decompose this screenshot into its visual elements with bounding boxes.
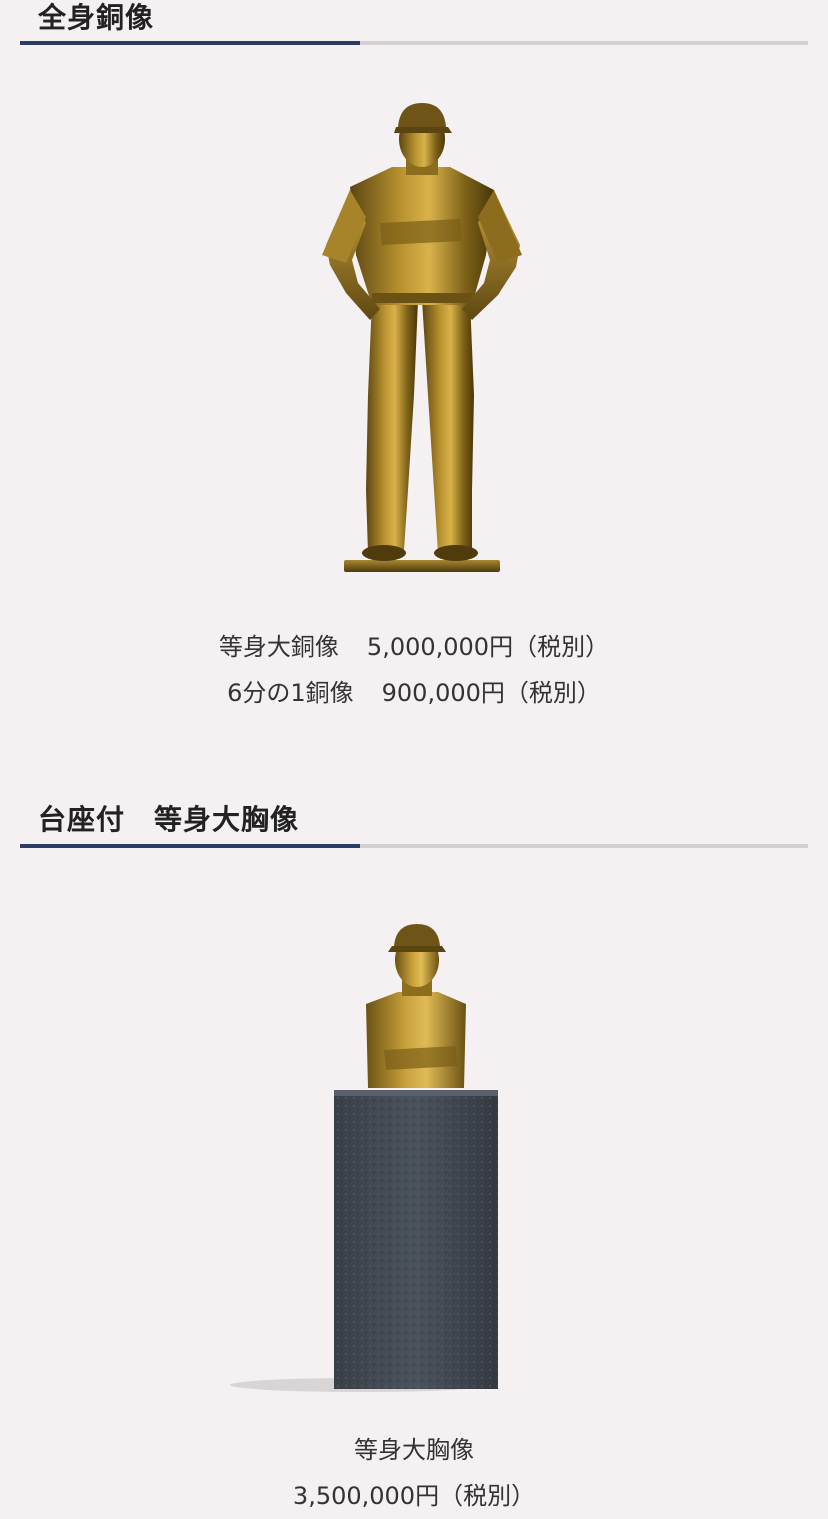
section-full-body-statue: 全身銅像 等身大銅像 5,000,000円（税別） 6分の1銅像 900,000… — [0, 0, 828, 720]
price-value: 900,000円（税別） — [381, 679, 601, 707]
section-title: 全身銅像 — [38, 1, 155, 34]
price-value: 5,000,000円（税別） — [366, 633, 610, 661]
price-label: 等身大胸像 — [354, 1436, 474, 1464]
price-label-line: 等身大胸像 — [0, 1427, 828, 1473]
price-value-line: 3,500,000円（税別） — [0, 1473, 828, 1519]
section-title: 台座付 等身大胸像 — [38, 803, 300, 836]
divider-accent — [20, 844, 360, 848]
price-line: 6分の1銅像 900,000円（税別） — [0, 670, 828, 716]
price-line: 等身大銅像 5,000,000円（税別） — [0, 624, 828, 670]
price-label: 等身大銅像 — [218, 633, 339, 661]
section-divider — [20, 41, 808, 45]
price-label: 6分の1銅像 — [227, 679, 354, 707]
section-bust-with-pedestal: 台座付 等身大胸像 等身大胸像 3,500,000円（税別） — [0, 780, 828, 1515]
full-body-statue-image — [0, 95, 828, 585]
price-value: 3,500,000円（税別） — [292, 1482, 536, 1510]
section-divider — [20, 844, 808, 848]
divider-accent — [20, 41, 360, 45]
bust-statue-image — [0, 920, 828, 1395]
